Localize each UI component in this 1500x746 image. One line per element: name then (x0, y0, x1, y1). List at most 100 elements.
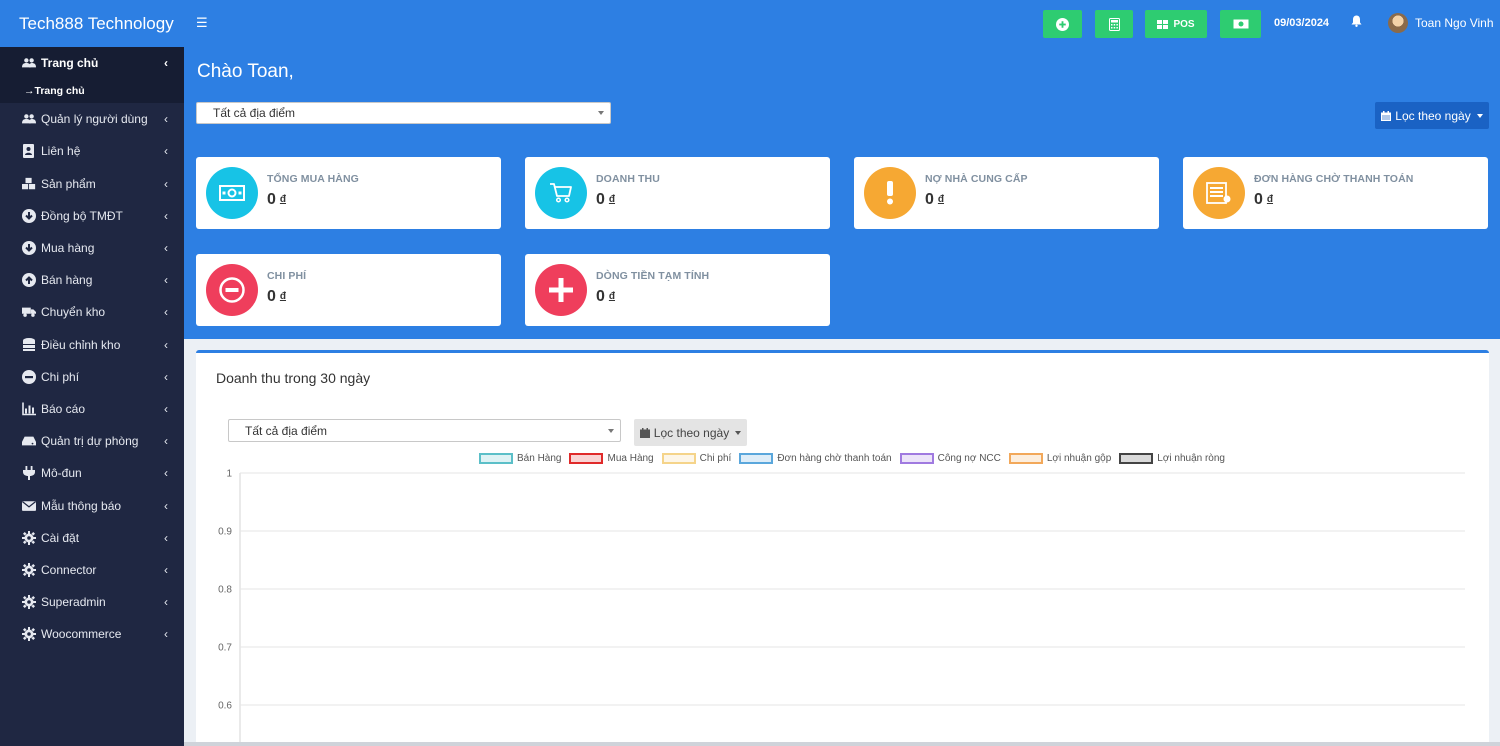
exclamation-icon (864, 167, 916, 219)
sidebar-item-5[interactable]: Mua hàng ‹ (0, 232, 184, 264)
horizontal-scrollbar[interactable] (184, 742, 1500, 746)
plug-icon (21, 466, 37, 481)
cash-button[interactable] (1220, 10, 1261, 38)
y-tick-label: 0.6 (218, 701, 232, 712)
sidebar-item-12[interactable]: Mô-đun ‹ (0, 457, 184, 489)
envelope-icon (21, 499, 37, 513)
sidebar-item-label: Trang chủ (41, 56, 99, 71)
hamburger-icon[interactable]: ☰ (196, 15, 208, 31)
money-icon (1233, 19, 1248, 29)
sidebar-item-15[interactable]: Connector ‹ (0, 554, 184, 586)
user-name[interactable]: Toan Ngo Vinh (1415, 16, 1494, 30)
plus-circle-icon (1056, 17, 1069, 31)
card-value: 0đ (596, 288, 615, 306)
caret-down-icon (1476, 113, 1483, 118)
topbar: ☰ POS 09/03/2024 Toan Ngo Vinh (184, 0, 1500, 47)
database-icon (21, 337, 37, 352)
card-currency: đ (608, 194, 616, 205)
card-amount: 0 (1254, 191, 1263, 208)
sidebar-item-0[interactable]: Trang chủ ‹ (0, 47, 184, 80)
bar-chart-icon (21, 402, 37, 416)
sidebar-item-label: Sản phẩm (41, 176, 96, 191)
avatar[interactable] (1388, 13, 1408, 33)
sidebar-item-label: Connector (41, 562, 97, 577)
date-filter-label: Lọc theo ngày (1395, 108, 1471, 123)
calculator-button[interactable] (1095, 10, 1133, 38)
sidebar-item-label: Quản lý người dùng (41, 112, 148, 127)
calendar-icon (1381, 110, 1392, 121)
card-currency: đ (1266, 194, 1274, 205)
sidebar-item-8[interactable]: Điều chỉnh kho ‹ (0, 329, 184, 361)
sidebar-item-7[interactable]: Chuyển kho ‹ (0, 296, 184, 328)
sidebar-item-17[interactable]: Woocommerce ‹ (0, 618, 184, 650)
greeting: Chào Toan, (197, 61, 294, 82)
sidebar-item-10[interactable]: Báo cáo ‹ (0, 393, 184, 425)
sidebar-item-13[interactable]: Mẫu thông báo ‹ (0, 489, 184, 521)
pos-button[interactable]: POS (1145, 10, 1207, 38)
chevron-left-icon: ‹ (164, 530, 168, 545)
sidebar-item-label: Quản trị dự phòng (41, 434, 139, 449)
brand-logo[interactable]: Tech888 Technology (0, 0, 184, 47)
add-button[interactable] (1043, 10, 1082, 38)
summary-card: DOANH THU 0đ (525, 157, 830, 229)
card-title: ĐƠN HÀNG CHỜ THANH TOÁN (1254, 173, 1414, 185)
chevron-left-icon: ‹ (164, 176, 168, 191)
sidebar-item-label: Điều chỉnh kho (41, 337, 121, 352)
sidebar-item-label: Cài đặt (41, 530, 80, 545)
bell-icon[interactable] (1351, 14, 1362, 32)
sidebar-item-11[interactable]: Quản trị dự phòng ‹ (0, 425, 184, 457)
date-filter-button[interactable]: Lọc theo ngày (1375, 102, 1489, 129)
card-currency: đ (608, 291, 616, 302)
sidebar: Tech888 Technology Trang chủ ‹ →Trang chủ… (0, 0, 184, 746)
chevron-left-icon: ‹ (164, 305, 168, 320)
card-value: 0đ (925, 191, 944, 209)
chevron-left-icon: ‹ (164, 369, 168, 384)
location-select[interactable]: Tất cả địa điểm (196, 102, 611, 124)
card-currency: đ (279, 291, 287, 302)
summary-card: CHI PHÍ 0đ (196, 254, 501, 326)
chevron-left-icon: ‹ (164, 337, 168, 352)
gear-icon (21, 530, 37, 545)
chevron-left-icon: ‹ (164, 273, 168, 288)
sidebar-item-label: Mẫu thông báo (41, 498, 122, 513)
sidebar-item-4[interactable]: Đồng bộ TMĐT ‹ (0, 200, 184, 232)
plus-icon (535, 264, 587, 316)
y-tick-label: 0.7 (218, 643, 232, 654)
location-select-value: Tất cả địa điểm (213, 106, 296, 120)
chevron-left-icon: ‹ (164, 562, 168, 577)
sidebar-subitem-home[interactable]: →Trang chủ (0, 79, 184, 104)
y-tick-label: 0.8 (218, 585, 232, 596)
chevron-left-icon: ‹ (164, 241, 168, 256)
chevron-left-icon: ‹ (164, 208, 168, 223)
sidebar-item-9[interactable]: Chi phí ‹ (0, 361, 184, 393)
summary-card: TỔNG MUA HÀNG 0đ (196, 157, 501, 229)
sidebar-item-6[interactable]: Bán hàng ‹ (0, 264, 184, 296)
card-value: 0đ (267, 191, 286, 209)
caret-down-icon (598, 111, 604, 115)
sidebar-item-3[interactable]: Sản phẩm ‹ (0, 168, 184, 200)
sidebar-item-label: Superadmin (41, 595, 106, 610)
minus-circle-icon (21, 369, 37, 384)
sidebar-item-2[interactable]: Liên hệ ‹ (0, 135, 184, 167)
card-title: DOANH THU (596, 173, 660, 185)
dashboard-summary: Chào Toan, Tất cả địa điểm Lọc theo ngày… (184, 47, 1500, 339)
sidebar-item-16[interactable]: Superadmin ‹ (0, 586, 184, 618)
chevron-left-icon: ‹ (164, 595, 168, 610)
summary-card: NỢ NHÀ CUNG CẤP 0đ (854, 157, 1159, 229)
sidebar-item-1[interactable]: Quản lý người dùng ‹ (0, 103, 184, 135)
gear-icon (21, 595, 37, 610)
sidebar-item-14[interactable]: Cài đặt ‹ (0, 522, 184, 554)
y-tick-label: 0.9 (218, 527, 232, 538)
card-value: 0đ (596, 191, 615, 209)
chevron-left-icon: ‹ (164, 466, 168, 481)
upload-circle-icon (21, 273, 37, 288)
revenue-panel: Doanh thu trong 30 ngày Tất cả địa điểm … (196, 350, 1489, 746)
card-amount: 0 (925, 191, 934, 208)
card-amount: 0 (267, 191, 276, 208)
sidebar-item-label: Báo cáo (41, 401, 86, 416)
card-title: CHI PHÍ (267, 270, 307, 282)
card-currency: đ (937, 194, 945, 205)
sidebar-item-label: Liên hệ (41, 144, 81, 159)
card-title: DÒNG TIỀN TẠM TÍNH (596, 270, 710, 282)
summary-card: ĐƠN HÀNG CHỜ THANH TOÁN 0đ (1183, 157, 1488, 229)
